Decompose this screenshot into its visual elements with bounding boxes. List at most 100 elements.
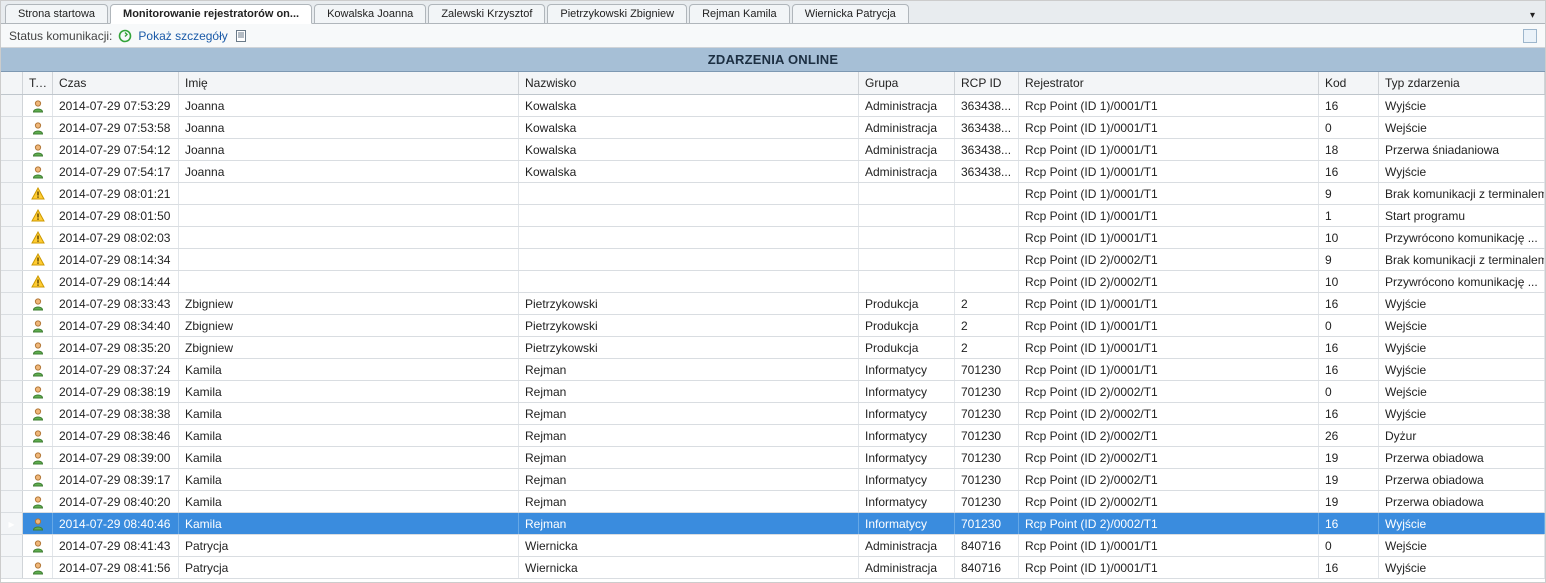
cell-kod: 0 [1319, 381, 1379, 402]
table-row[interactable]: 2014-07-29 08:14:34Rcp Point (ID 2)/0002… [1, 249, 1545, 271]
table-row[interactable]: 2014-07-29 07:54:12JoannaKowalskaAdminis… [1, 139, 1545, 161]
cell-typ: Wejście [1379, 535, 1545, 556]
tab-0[interactable]: Strona startowa [5, 4, 108, 23]
row-marker [1, 381, 23, 402]
cell-rejestrator: Rcp Point (ID 1)/0001/T1 [1019, 227, 1319, 248]
row-marker [1, 447, 23, 468]
table-row[interactable]: 2014-07-29 08:34:40ZbigniewPietrzykowski… [1, 315, 1545, 337]
col-rcpid[interactable]: RCP ID [955, 72, 1019, 94]
cell-czas: 2014-07-29 08:01:21 [53, 183, 179, 204]
row-marker [1, 403, 23, 424]
cell-nazwisko: Kowalska [519, 139, 859, 160]
cell-typ: Wejście [1379, 315, 1545, 336]
cell-grupa: Produkcja [859, 337, 955, 358]
cell-nazwisko: Pietrzykowski [519, 315, 859, 336]
cell-nazwisko: Kowalska [519, 95, 859, 116]
table-row[interactable]: 2014-07-29 08:40:20KamilaRejmanInformaty… [1, 491, 1545, 513]
row-marker [1, 557, 23, 578]
cell-nazwisko: Rejman [519, 469, 859, 490]
table-row[interactable]: 2014-07-29 08:37:24KamilaRejmanInformaty… [1, 359, 1545, 381]
show-details-link[interactable]: Pokaż szczegóły [138, 29, 227, 43]
col-tag[interactable]: Tag [23, 72, 53, 94]
table-row[interactable]: 2014-07-29 08:38:38KamilaRejmanInformaty… [1, 403, 1545, 425]
cell-nazwisko: Rejman [519, 403, 859, 424]
cell-imie: Zbigniew [179, 293, 519, 314]
person-icon [23, 293, 53, 314]
col-rejestrator[interactable]: Rejestrator [1019, 72, 1319, 94]
panel-toggle-button[interactable] [1523, 29, 1537, 43]
cell-grupa: Informatycy [859, 381, 955, 402]
table-row[interactable]: 2014-07-29 08:01:50Rcp Point (ID 1)/0001… [1, 205, 1545, 227]
tab-overflow-button[interactable]: ▾ [1524, 8, 1541, 23]
col-nazwisko[interactable]: Nazwisko [519, 72, 859, 94]
cell-nazwisko: Rejman [519, 359, 859, 380]
table-row[interactable]: 2014-07-29 07:54:17JoannaKowalskaAdminis… [1, 161, 1545, 183]
table-row[interactable]: 2014-07-29 08:39:17KamilaRejmanInformaty… [1, 469, 1545, 491]
cell-czas: 2014-07-29 08:41:43 [53, 535, 179, 556]
cell-imie: Patrycja [179, 535, 519, 556]
tab-2[interactable]: Kowalska Joanna [314, 4, 426, 23]
cell-rejestrator: Rcp Point (ID 2)/0002/T1 [1019, 491, 1319, 512]
cell-czas: 2014-07-29 08:14:34 [53, 249, 179, 270]
person-icon [23, 117, 53, 138]
table-row[interactable]: 2014-07-29 08:14:44Rcp Point (ID 2)/0002… [1, 271, 1545, 293]
grid-body[interactable]: 2014-07-29 07:53:29JoannaKowalskaAdminis… [1, 95, 1545, 579]
tab-5[interactable]: Rejman Kamila [689, 4, 790, 23]
tab-6[interactable]: Wiernicka Patrycja [792, 4, 909, 23]
cell-grupa [859, 249, 955, 270]
cell-imie: Kamila [179, 403, 519, 424]
tab-4[interactable]: Pietrzykowski Zbigniew [547, 4, 687, 23]
cell-grupa: Administracja [859, 95, 955, 116]
col-grupa[interactable]: Grupa [859, 72, 955, 94]
table-row[interactable]: 2014-07-29 08:33:43ZbigniewPietrzykowski… [1, 293, 1545, 315]
cell-imie: Joanna [179, 161, 519, 182]
col-kod[interactable]: Kod [1319, 72, 1379, 94]
cell-nazwisko: Pietrzykowski [519, 337, 859, 358]
table-row[interactable]: ▸2014-07-29 08:40:46KamilaRejmanInformat… [1, 513, 1545, 535]
table-row[interactable]: 2014-07-29 08:41:43PatrycjaWiernickaAdmi… [1, 535, 1545, 557]
tab-3[interactable]: Zalewski Krzysztof [428, 4, 545, 23]
person-icon [23, 95, 53, 116]
table-row[interactable]: 2014-07-29 08:41:56PatrycjaWiernickaAdmi… [1, 557, 1545, 579]
events-grid: Tag Czas Imię Nazwisko Grupa RCP ID Reje… [1, 72, 1545, 579]
cell-czas: 2014-07-29 08:37:24 [53, 359, 179, 380]
col-imie[interactable]: Imię [179, 72, 519, 94]
row-marker [1, 161, 23, 182]
table-row[interactable]: 2014-07-29 07:53:29JoannaKowalskaAdminis… [1, 95, 1545, 117]
cell-kod: 9 [1319, 183, 1379, 204]
cell-rcpid: 701230 [955, 359, 1019, 380]
cell-grupa: Informatycy [859, 447, 955, 468]
cell-czas: 2014-07-29 08:39:17 [53, 469, 179, 490]
cell-imie: Joanna [179, 95, 519, 116]
cell-imie: Patrycja [179, 557, 519, 578]
cell-grupa: Informatycy [859, 359, 955, 380]
table-row[interactable]: 2014-07-29 08:38:19KamilaRejmanInformaty… [1, 381, 1545, 403]
cell-czas: 2014-07-29 08:38:38 [53, 403, 179, 424]
table-row[interactable]: 2014-07-29 08:02:03Rcp Point (ID 1)/0001… [1, 227, 1545, 249]
tab-1[interactable]: Monitorowanie rejestratorów on... [110, 4, 312, 24]
table-row[interactable]: 2014-07-29 08:01:21Rcp Point (ID 1)/0001… [1, 183, 1545, 205]
cell-czas: 2014-07-29 08:33:43 [53, 293, 179, 314]
table-row[interactable]: 2014-07-29 08:38:46KamilaRejmanInformaty… [1, 425, 1545, 447]
person-icon [23, 469, 53, 490]
cell-rejestrator: Rcp Point (ID 1)/0001/T1 [1019, 359, 1319, 380]
document-icon[interactable] [234, 29, 248, 43]
col-czas[interactable]: Czas [53, 72, 179, 94]
cell-nazwisko: Kowalska [519, 117, 859, 138]
col-rowmarker [1, 72, 23, 94]
cell-typ: Przywrócono komunikację ... [1379, 227, 1545, 248]
col-typ[interactable]: Typ zdarzenia [1379, 72, 1545, 94]
cell-nazwisko: Wiernicka [519, 535, 859, 556]
cell-nazwisko [519, 271, 859, 292]
table-row[interactable]: 2014-07-29 08:39:00KamilaRejmanInformaty… [1, 447, 1545, 469]
cell-kod: 18 [1319, 139, 1379, 160]
cell-rejestrator: Rcp Point (ID 1)/0001/T1 [1019, 315, 1319, 336]
table-row[interactable]: 2014-07-29 07:53:58JoannaKowalskaAdminis… [1, 117, 1545, 139]
cell-typ: Wyjście [1379, 95, 1545, 116]
cell-imie [179, 183, 519, 204]
cell-nazwisko: Rejman [519, 513, 859, 534]
cell-rejestrator: Rcp Point (ID 2)/0002/T1 [1019, 447, 1319, 468]
cell-typ: Wyjście [1379, 359, 1545, 380]
table-row[interactable]: 2014-07-29 08:35:20ZbigniewPietrzykowski… [1, 337, 1545, 359]
cell-rejestrator: Rcp Point (ID 2)/0002/T1 [1019, 271, 1319, 292]
